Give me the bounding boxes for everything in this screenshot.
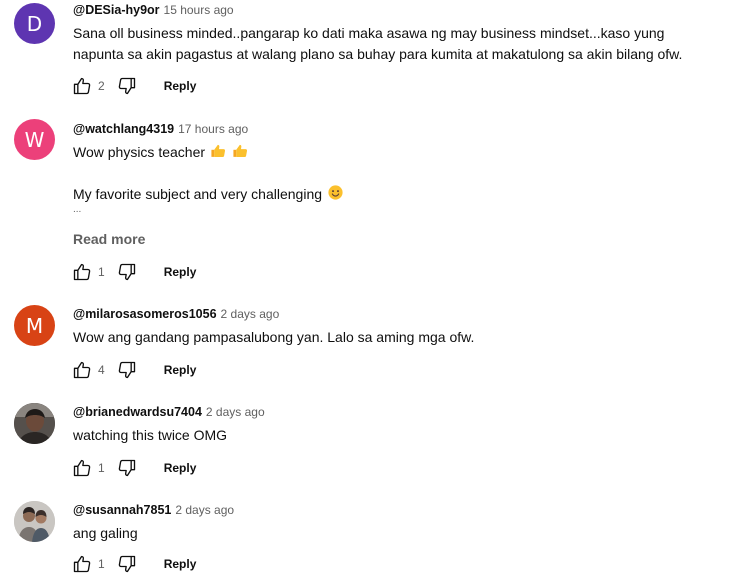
thumbs-down-icon[interactable] — [116, 359, 138, 381]
avatar-letter: D — [26, 11, 43, 36]
comment-text: Wow ang gandang pampasalubong yan. Lalo … — [73, 329, 475, 345]
timestamp[interactable]: 2 days ago — [175, 503, 234, 517]
comment-header: @watchlang4319 17 hours ago — [73, 121, 248, 137]
comment-text: ang galing — [73, 525, 138, 541]
comment-actions: 1 Reply — [71, 457, 196, 479]
thumbs-down-icon[interactable] — [116, 553, 138, 575]
avatar[interactable]: D — [14, 3, 55, 44]
thumbs-up-icon[interactable] — [71, 359, 93, 381]
read-more-button[interactable]: Read more — [73, 231, 145, 247]
reply-button[interactable]: Reply — [164, 265, 197, 279]
comment-line: My favorite subject and very challenging — [73, 186, 323, 202]
author-name[interactable]: @brianedwardsu7404 — [73, 405, 202, 419]
timestamp[interactable]: 15 hours ago — [164, 3, 234, 17]
thumbs-up-emoji — [232, 142, 249, 165]
comment-header: @milarosasomeros1056 2 days ago — [73, 306, 279, 322]
reply-button[interactable]: Reply — [164, 461, 197, 475]
couple-photo-icon — [14, 501, 55, 542]
comment-line: Wow physics teacher — [73, 144, 206, 160]
like-count: 1 — [98, 461, 105, 475]
comment-ellipsis: ... — [73, 204, 82, 215]
reply-button[interactable]: Reply — [164, 363, 197, 377]
author-name[interactable]: @watchlang4319 — [73, 122, 174, 136]
thumbs-up-icon[interactable] — [71, 261, 93, 283]
timestamp[interactable]: 17 hours ago — [178, 122, 248, 136]
comment-line: Sana oll business minded..pangarap ko da… — [73, 25, 665, 41]
comment-header: @brianedwardsu7404 2 days ago — [73, 404, 265, 420]
comment-text: Wow physics teacher — [73, 142, 733, 165]
portrait-photo-icon — [14, 403, 55, 444]
comment-header: @susannah7851 2 days ago — [73, 502, 234, 518]
thumbs-down-icon[interactable] — [116, 261, 138, 283]
thumbs-down-icon[interactable] — [116, 457, 138, 479]
comment-header: @DESia-hy9or 15 hours ago — [73, 2, 234, 18]
timestamp[interactable]: 2 days ago — [221, 307, 280, 321]
comment-actions: 2 Reply — [71, 75, 196, 97]
avatar[interactable]: W — [14, 119, 55, 160]
comment-actions: 1 Reply — [71, 261, 196, 283]
thumbs-up-emoji — [210, 142, 227, 165]
comment-actions: 1 Reply — [71, 553, 196, 575]
avatar-letter: M — [25, 313, 44, 338]
comment-actions: 4 Reply — [71, 359, 196, 381]
author-name[interactable]: @milarosasomeros1056 — [73, 307, 217, 321]
author-name[interactable]: @susannah7851 — [73, 503, 171, 517]
avatar-photo[interactable] — [14, 501, 55, 542]
reply-button[interactable]: Reply — [164, 79, 197, 93]
like-count: 1 — [98, 265, 105, 279]
avatar[interactable]: M — [14, 305, 55, 346]
thumbs-up-icon[interactable] — [71, 75, 93, 97]
thumbs-up-icon[interactable] — [71, 553, 93, 575]
thumbs-up-icon[interactable] — [71, 457, 93, 479]
avatar-letter: W — [24, 127, 45, 152]
like-count: 4 — [98, 363, 105, 377]
comment-text: watching this twice OMG — [73, 427, 228, 443]
comment-text: Sana oll business minded..pangarap ko da… — [73, 23, 733, 65]
thumbs-down-icon[interactable] — [116, 75, 138, 97]
comment-line: napunta sa akin pagastus at walang plano… — [73, 46, 683, 62]
avatar-photo[interactable] — [14, 403, 55, 444]
timestamp[interactable]: 2 days ago — [206, 405, 265, 419]
author-name[interactable]: @DESia-hy9or — [73, 3, 160, 17]
like-count: 2 — [98, 79, 105, 93]
